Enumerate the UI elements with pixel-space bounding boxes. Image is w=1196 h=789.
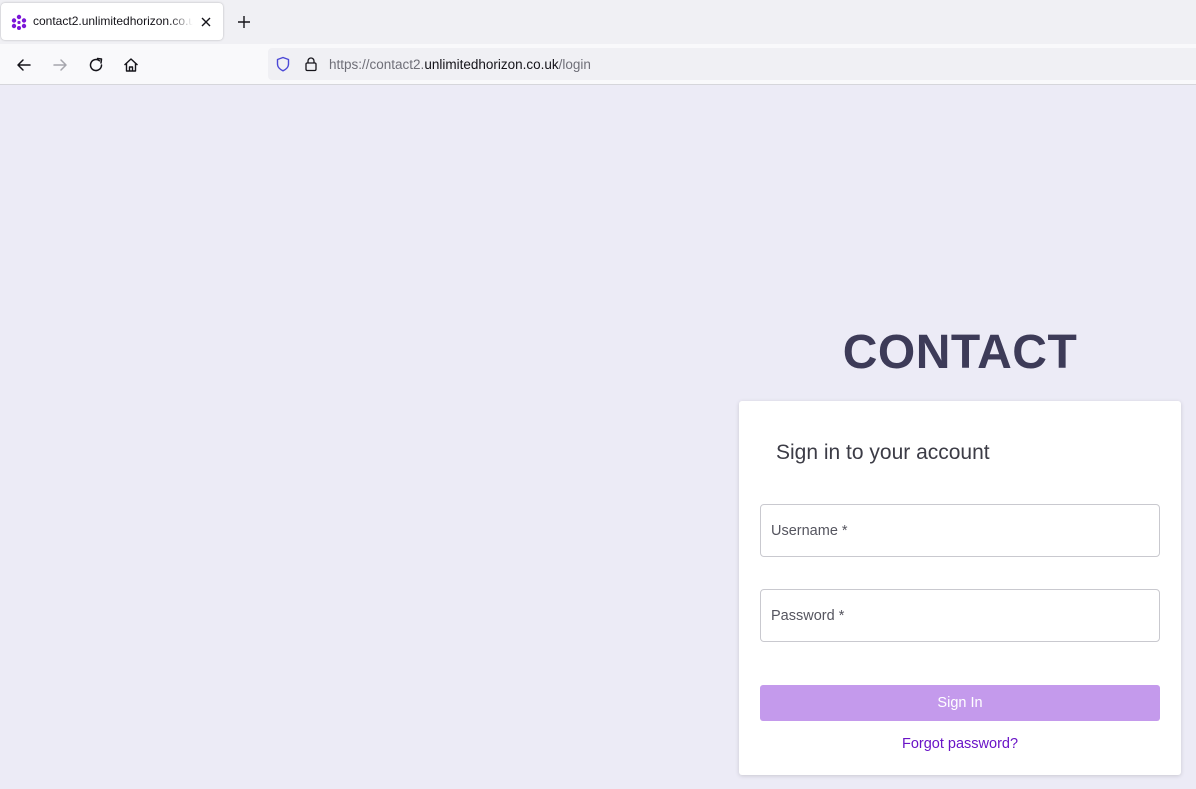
lock-icon[interactable] [303,56,319,72]
address-bar[interactable]: https://contact2.unlimitedhorizon.co.uk/… [268,48,1196,80]
reload-icon[interactable] [87,56,105,74]
username-field[interactable] [760,504,1160,557]
arrow-left-icon[interactable] [15,56,33,74]
username-input[interactable] [761,505,1159,556]
shield-icon[interactable] [275,56,291,72]
password-input[interactable] [761,590,1159,641]
password-field[interactable] [760,589,1160,642]
url-text[interactable]: https://contact2.unlimitedhorizon.co.uk/… [329,57,591,72]
browser-tab[interactable]: contact2.unlimitedhorizon.co.uk [1,3,223,40]
close-icon[interactable] [199,15,213,29]
tab-strip: contact2.unlimitedhorizon.co.uk [0,0,1196,44]
url-path: /login [558,57,591,72]
url-host: unlimitedhorizon.co.uk [424,57,559,72]
page-content: CONTACT Sign in to your account Sign In … [0,85,1196,789]
sign-in-button[interactable]: Sign In [760,685,1160,721]
purple-dots-icon [11,14,27,30]
plus-icon[interactable] [236,14,252,30]
forgot-password-link[interactable]: Forgot password? [760,736,1160,752]
arrow-right-icon[interactable] [51,56,69,74]
home-icon[interactable] [122,56,140,74]
navigation-toolbar: https://contact2.unlimitedhorizon.co.uk/… [0,44,1196,85]
url-scheme: https://contact2. [329,57,425,72]
brand-logo-text: CONTACT [842,326,1078,379]
login-title: Sign in to your account [776,441,990,464]
tab-title: contact2.unlimitedhorizon.co.uk [33,14,193,28]
login-card: Sign in to your account Sign In Forgot p… [739,401,1181,775]
